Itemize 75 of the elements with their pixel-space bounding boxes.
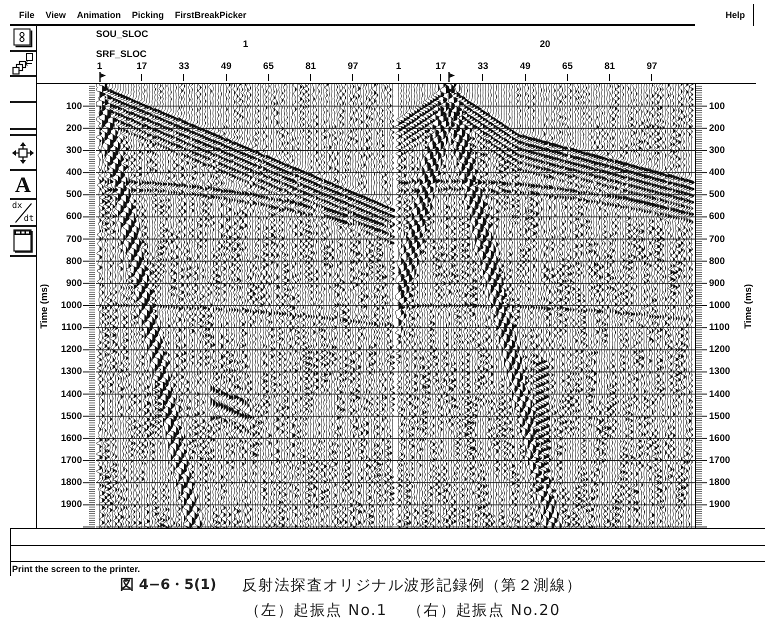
trace-number-label: 33 bbox=[478, 62, 488, 72]
time-tick-label: 400 bbox=[66, 167, 82, 178]
menu-item[interactable]: FirstBreakPicker bbox=[174, 10, 246, 20]
time-tick-label: 400 bbox=[709, 167, 725, 178]
time-tick-label: 1200 bbox=[60, 344, 82, 356]
derivative-button[interactable]: dx dt bbox=[12, 201, 34, 224]
time-tick-label: 1200 bbox=[709, 344, 730, 356]
time-tick-label: 800 bbox=[66, 256, 82, 267]
time-tick-label: 900 bbox=[709, 278, 725, 289]
circles-icon[interactable] bbox=[13, 28, 33, 48]
time-tick-label: 1300 bbox=[709, 366, 730, 378]
trace-number-label: 65 bbox=[562, 62, 573, 72]
trace-number-label: 17 bbox=[435, 62, 446, 72]
trace-number-label: 81 bbox=[305, 62, 316, 72]
menu-item[interactable]: Picking bbox=[132, 10, 164, 20]
time-tick-label: 300 bbox=[66, 144, 82, 156]
time-tick-label: 200 bbox=[709, 122, 725, 134]
time-tick-label: 1500 bbox=[709, 410, 730, 422]
axis-title: Time (ms) bbox=[38, 284, 50, 328]
time-tick-label: 300 bbox=[709, 144, 725, 156]
header-key-label: SOU_SLOC bbox=[96, 30, 148, 40]
axis-title: Time (ms) bbox=[742, 284, 754, 328]
text-tool-button[interactable]: A bbox=[15, 174, 31, 196]
figure-subtitle: （右）起振点 No.20 bbox=[407, 601, 561, 619]
time-tick-label: 100 bbox=[66, 100, 82, 112]
trace-number-label: 1 bbox=[396, 62, 402, 72]
time-tick-label: 700 bbox=[709, 234, 725, 245]
trace-number-label: 49 bbox=[220, 62, 232, 72]
trace-number-label: 65 bbox=[263, 62, 274, 72]
time-tick-label: 1100 bbox=[61, 322, 82, 334]
time-tick-label: 1000 bbox=[60, 300, 82, 311]
move-icon[interactable] bbox=[12, 142, 34, 164]
time-tick-label: 1900 bbox=[709, 499, 730, 510]
trace-number-label: 17 bbox=[136, 62, 148, 72]
trace-number-label: 81 bbox=[604, 62, 615, 72]
figure-subtitle: （左）起振点 No.1 bbox=[245, 601, 388, 619]
time-tick-label: 100 bbox=[709, 100, 725, 112]
time-tick-label: 1000 bbox=[709, 300, 730, 311]
menu-item[interactable]: File bbox=[19, 10, 35, 20]
time-tick-label: 600 bbox=[709, 211, 725, 222]
time-tick-label: 1500 bbox=[60, 410, 82, 422]
window-icon[interactable] bbox=[13, 229, 33, 253]
time-tick-label: 1800 bbox=[60, 477, 82, 488]
time-tick-label: 1400 bbox=[709, 388, 730, 400]
trace-number-label: 97 bbox=[646, 62, 658, 72]
time-tick-label: 500 bbox=[709, 189, 725, 200]
time-tick-label: 600 bbox=[66, 211, 82, 222]
menu-item[interactable]: Animation bbox=[76, 10, 121, 20]
menu-item[interactable]: View bbox=[46, 10, 66, 20]
figure-title: 反射法探査オリジナル波形記録例（第２測線） bbox=[242, 576, 582, 594]
source-number-label: 1 bbox=[242, 40, 248, 50]
status-message: Print the screen to the printer. bbox=[12, 564, 140, 574]
stacked-windows-icon[interactable] bbox=[12, 52, 34, 74]
trace-number-label: 1 bbox=[96, 62, 102, 72]
help-menu[interactable]: Help bbox=[725, 10, 745, 20]
time-tick-label: 500 bbox=[66, 189, 82, 200]
time-tick-label: 1900 bbox=[60, 499, 82, 510]
time-tick-label: 1700 bbox=[709, 455, 730, 466]
time-tick-label: 1600 bbox=[709, 432, 730, 444]
source-number-label: 20 bbox=[540, 40, 550, 50]
trace-number-label: 33 bbox=[178, 62, 190, 72]
figure-number: 図 4−6・5(1) bbox=[120, 576, 218, 594]
time-tick-label: 1600 bbox=[60, 432, 82, 444]
trace-number-label: 97 bbox=[348, 62, 358, 72]
time-tick-label: 700 bbox=[66, 234, 82, 245]
time-tick-label: 1300 bbox=[60, 366, 82, 378]
header-key-label: SRF_SLOC bbox=[96, 50, 147, 60]
time-tick-label: 800 bbox=[709, 256, 725, 267]
time-tick-label: 200 bbox=[66, 122, 82, 134]
time-tick-label: 1800 bbox=[709, 477, 730, 488]
trace-number-label: 49 bbox=[520, 62, 530, 72]
time-tick-label: 1400 bbox=[60, 388, 82, 400]
time-tick-label: 1700 bbox=[60, 455, 82, 466]
time-tick-label: 1100 bbox=[709, 322, 730, 334]
time-tick-label: 900 bbox=[66, 278, 82, 289]
